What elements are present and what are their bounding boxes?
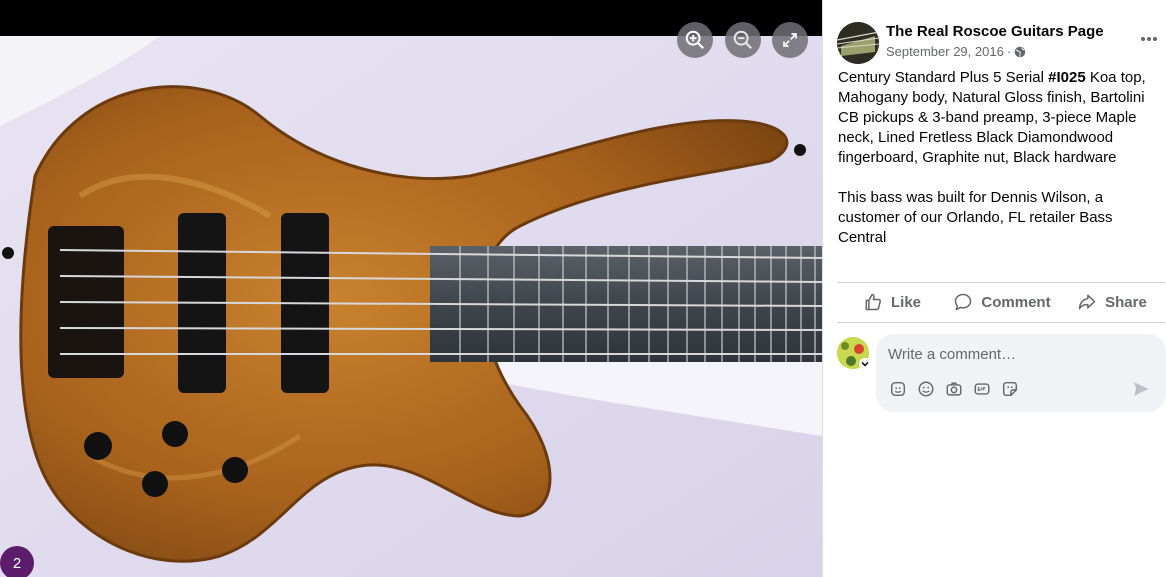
comment-icon bbox=[955, 293, 972, 311]
emoji-button[interactable] bbox=[916, 379, 936, 399]
expand-icon bbox=[783, 33, 797, 47]
camera-icon bbox=[946, 382, 962, 396]
zoom-in-button[interactable] bbox=[677, 22, 713, 58]
caption-paragraph-2: This bass was built for Dennis Wilson, a… bbox=[838, 189, 1113, 246]
post-sidebar: The Real Roscoe Guitars Page September 2… bbox=[822, 0, 1166, 577]
comment-button[interactable]: Comment bbox=[947, 283, 1057, 321]
share-button[interactable]: Share bbox=[1057, 283, 1166, 321]
share-label: Share bbox=[1105, 293, 1147, 311]
sticker-icon bbox=[1002, 381, 1018, 397]
caption-paragraph-1: Century Standard Plus 5 Serial #I025 Koa… bbox=[838, 68, 1160, 168]
chevron-down-icon bbox=[861, 361, 869, 367]
post-date-link[interactable]: September 29, 2016 bbox=[886, 44, 1004, 59]
actions-divider-bottom bbox=[837, 322, 1165, 323]
page-avatar-image bbox=[837, 22, 879, 64]
comment-composer bbox=[876, 334, 1166, 412]
send-comment-button[interactable] bbox=[1130, 378, 1152, 400]
globe-icon bbox=[1014, 46, 1026, 57]
zoom-in-icon bbox=[685, 30, 705, 50]
comment-label: Comment bbox=[981, 293, 1051, 311]
photo-count-badge[interactable]: 2 bbox=[0, 546, 34, 577]
emoji-icon bbox=[918, 381, 934, 397]
post-actions: Like Comment Share bbox=[837, 283, 1166, 321]
like-label: Like bbox=[890, 293, 921, 311]
sticker-button[interactable] bbox=[1000, 379, 1020, 399]
meta-separator: · bbox=[1006, 44, 1012, 59]
photo-viewer: 2 bbox=[0, 0, 822, 577]
avatar-sticker-icon bbox=[890, 381, 906, 397]
bass-guitar-photo bbox=[0, 36, 822, 577]
composer-tools bbox=[888, 379, 1020, 399]
comment-input[interactable] bbox=[888, 344, 1148, 364]
zoom-out-button[interactable] bbox=[725, 22, 761, 58]
fullscreen-button[interactable] bbox=[772, 22, 808, 58]
more-horizontal-icon bbox=[1141, 37, 1157, 41]
photo-button[interactable] bbox=[944, 379, 964, 399]
send-icon bbox=[1134, 382, 1149, 396]
gif-button[interactable] bbox=[972, 379, 992, 399]
hashtag-link[interactable]: #I025 bbox=[1048, 69, 1086, 86]
share-icon bbox=[1078, 294, 1096, 310]
post-caption: Century Standard Plus 5 Serial #I025 Koa… bbox=[838, 68, 1160, 248]
gif-icon bbox=[974, 383, 990, 395]
thumbs-up-icon bbox=[865, 293, 881, 311]
like-button[interactable]: Like bbox=[837, 283, 947, 321]
avatar-sticker-button[interactable] bbox=[888, 379, 908, 399]
page-avatar[interactable] bbox=[837, 22, 879, 64]
caption-text-prefix: Century Standard Plus 5 Serial bbox=[838, 69, 1049, 86]
page-name-link[interactable]: The Real Roscoe Guitars Page bbox=[886, 23, 1104, 40]
more-options-button[interactable] bbox=[1136, 26, 1162, 52]
zoom-out-icon bbox=[733, 30, 753, 50]
avatar-switcher-button[interactable] bbox=[859, 358, 871, 370]
post-meta: September 29, 2016 · bbox=[886, 44, 1026, 59]
